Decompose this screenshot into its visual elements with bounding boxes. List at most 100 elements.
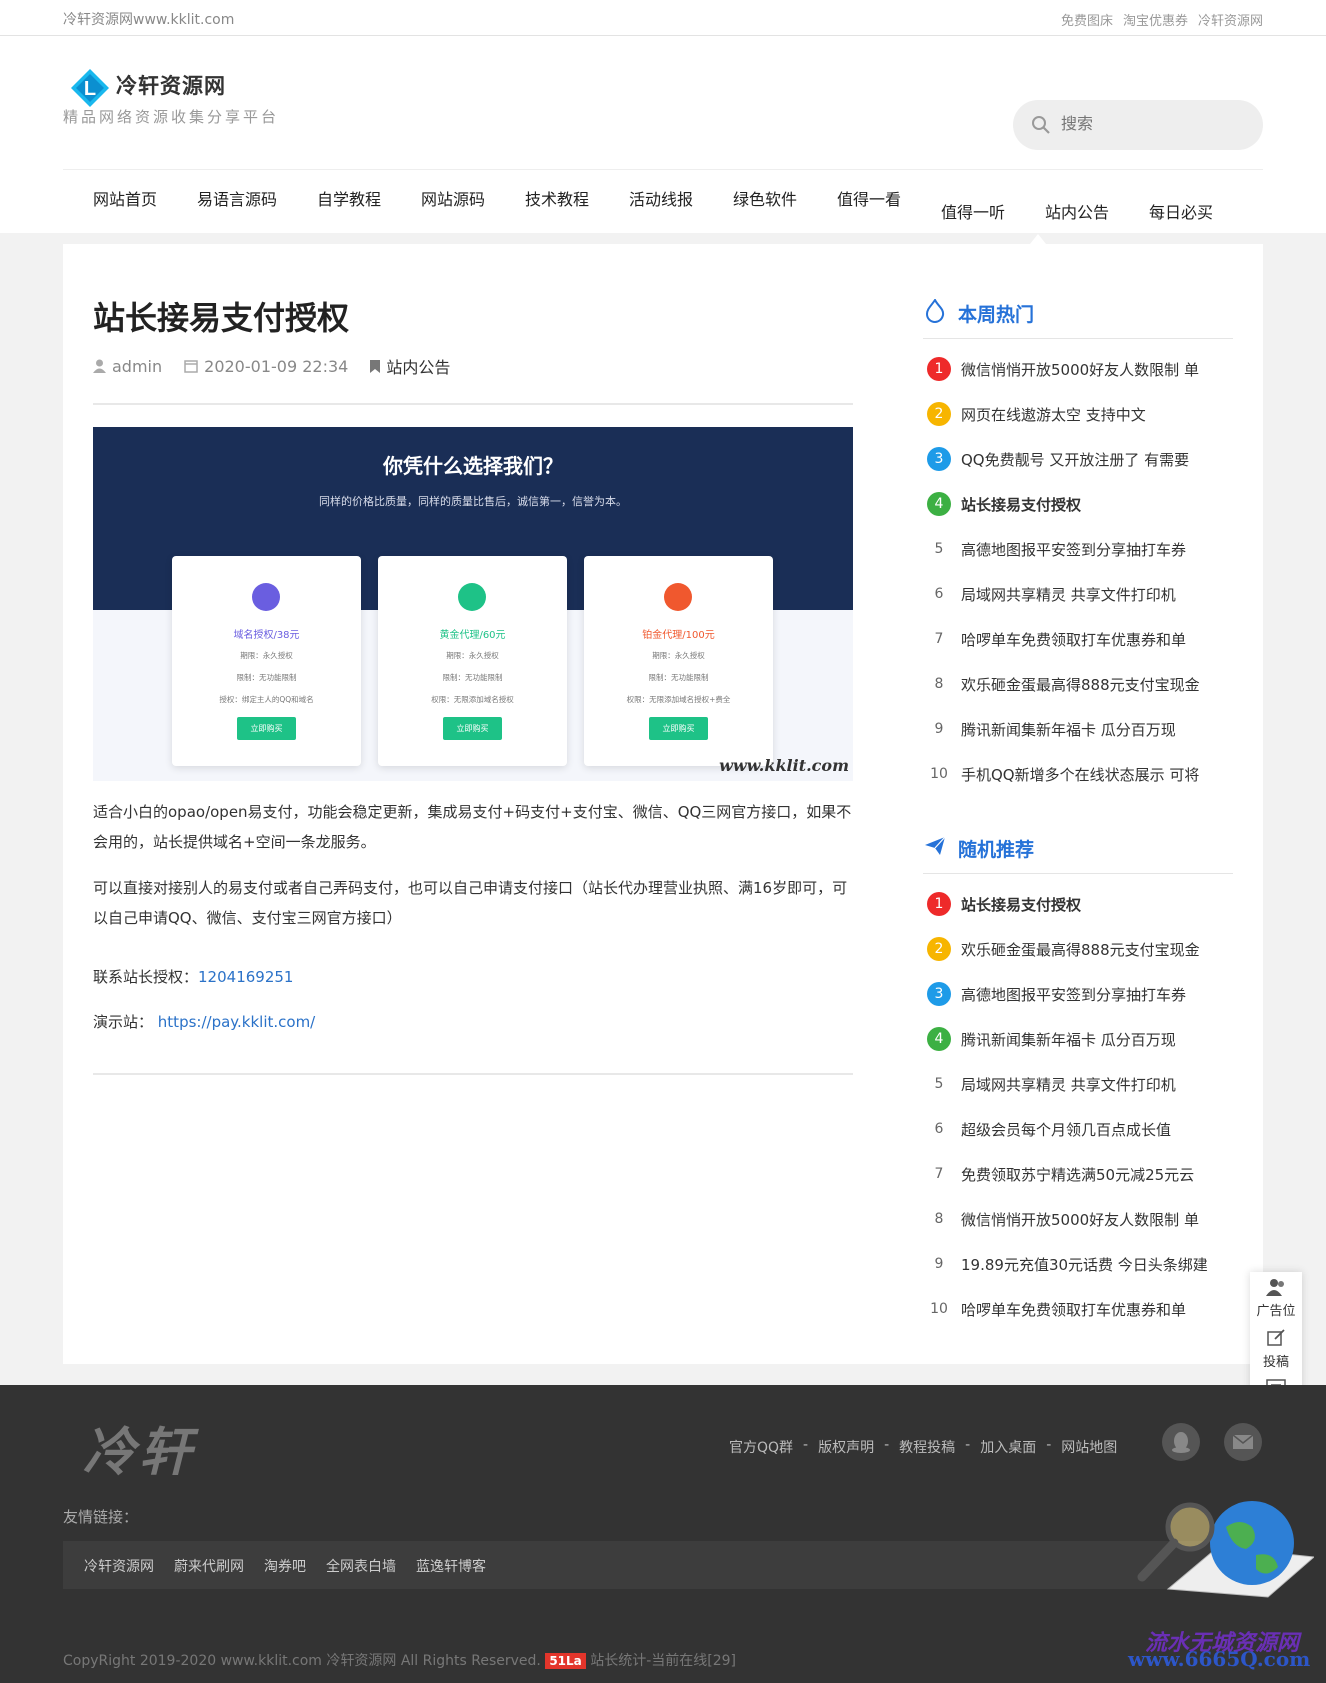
contact-label: 联系站长授权： [93, 968, 199, 986]
footer-sep: - [884, 1437, 890, 1453]
nav-worth-listening[interactable]: 值得一听 [941, 199, 1005, 223]
rank-badge: 5 [934, 1076, 944, 1092]
nav-tech-tutorial[interactable]: 技术教程 [525, 186, 589, 210]
qq-icon[interactable] [1162, 1423, 1200, 1461]
factory-icon [458, 583, 486, 611]
footer-sep: - [1046, 1437, 1052, 1453]
plan-line: 期限：永久授权 [446, 651, 499, 660]
rank-badge: 2 [927, 402, 951, 426]
demo-url-link[interactable]: https://pay.kklit.com/ [158, 1013, 315, 1031]
nav-self-study[interactable]: 自学教程 [317, 186, 381, 210]
friend-link[interactable]: 蓝逸轩博客 [416, 1556, 486, 1576]
submit-post-button[interactable]: 投稿 [1250, 1329, 1302, 1370]
meta-date: 2020-01-09 22:34 [184, 357, 348, 376]
rank-badge: 7 [934, 1166, 944, 1182]
contact-line: 联系站长授权：1204169251 [93, 962, 293, 992]
copyright-line: CopyRight 2019-2020 www.kklit.com 冷轩资源网 … [63, 1650, 736, 1670]
rank-badge: 4 [927, 492, 951, 516]
plan-line: 权限：无限添加域名授权+费全 [626, 695, 731, 704]
list-item[interactable]: 5 高德地图报平安签到分享抽打车券 [927, 537, 1186, 561]
top-link-site[interactable]: 冷轩资源网 [1198, 10, 1263, 29]
footer-logo: 冷轩 [83, 1422, 196, 1483]
list-item[interactable]: 7 哈啰单车免费领取打车优惠券和单 [927, 627, 1186, 651]
list-item-title: 腾讯新闻集新年福卡 瓜分百万现 [961, 720, 1176, 739]
friend-link[interactable]: 蔚来代刷网 [174, 1556, 244, 1576]
nav-green-software[interactable]: 绿色软件 [733, 186, 797, 210]
list-item[interactable]: 9 腾讯新闻集新年福卡 瓜分百万现 [927, 717, 1176, 741]
nav-announcement[interactable]: 站内公告 [1045, 199, 1109, 223]
list-item-title: 欢乐砸金蛋最高得888元支付宝现金 [961, 940, 1200, 959]
buy-button: 立即购买 [237, 717, 296, 740]
logo-icon[interactable]: L [70, 68, 110, 108]
list-item[interactable]: 8 微信悄悄开放5000好友人数限制 单 [927, 1207, 1199, 1231]
top-link-image-host[interactable]: 免费图床 [1061, 10, 1113, 29]
rank-badge: 3 [927, 982, 951, 1006]
footer-link-qq-group[interactable]: 官方QQ群 [729, 1437, 793, 1457]
submit-post-label: 投稿 [1262, 1355, 1289, 1370]
top-link-taobao-coupon[interactable]: 淘宝优惠券 [1123, 10, 1188, 29]
nav-daily-buy[interactable]: 每日必买 [1149, 199, 1213, 223]
footer-sep: - [965, 1437, 971, 1453]
list-item[interactable]: 8 欢乐砸金蛋最高得888元支付宝现金 [927, 672, 1200, 696]
contact-qq-link[interactable]: 1204169251 [198, 968, 293, 986]
plan-line: 限制：无功能限制 [648, 673, 709, 682]
list-item[interactable]: 9 19.89元充值30元话费 今日头条绑建 [927, 1252, 1208, 1276]
friend-link[interactable]: 冷轩资源网 [84, 1556, 154, 1576]
nav-site-source[interactable]: 网站源码 [421, 186, 485, 210]
list-item-title: QQ免费靓号 又开放注册了 有需要 [961, 450, 1190, 469]
list-item-title: 高德地图报平安签到分享抽打车券 [961, 985, 1187, 1004]
list-item[interactable]: 4 站长接易支付授权 [927, 492, 1081, 516]
list-item-title: 局域网共享精灵 共享文件打印机 [961, 585, 1176, 604]
edit-icon [1267, 1329, 1285, 1346]
svg-text:L: L [84, 78, 96, 100]
rank-badge: 6 [934, 586, 944, 602]
logo-subtitle: 精品网络资源收集分享平台 [63, 108, 280, 126]
search-icon [1032, 116, 1050, 134]
list-item[interactable]: 2 欢乐砸金蛋最高得888元支付宝现金 [927, 937, 1200, 961]
footer-link-sitemap[interactable]: 网站地图 [1061, 1437, 1117, 1457]
users-icon [1266, 1279, 1284, 1296]
list-item[interactable]: 6 超级会员每个月领几百点成长值 [927, 1117, 1171, 1141]
buy-button: 立即购买 [443, 717, 502, 740]
diamond-icon [664, 583, 692, 611]
category-link[interactable]: 站内公告 [386, 354, 450, 378]
search-box[interactable] [1013, 100, 1263, 150]
list-item[interactable]: 4 腾讯新闻集新年福卡 瓜分百万现 [927, 1027, 1176, 1051]
top-site-link[interactable]: 冷轩资源网www.kklit.com [63, 9, 234, 29]
author-link[interactable]: admin [112, 357, 162, 376]
footer-link-add-desktop[interactable]: 加入桌面 [980, 1437, 1036, 1457]
meta-category: 站内公告 [370, 354, 450, 378]
search-input[interactable] [1061, 110, 1251, 140]
list-item[interactable]: 3 高德地图报平安签到分享抽打车券 [927, 982, 1186, 1006]
plan-card: 域名授权/38元 期限：永久授权 限制：无功能限制 授权：绑定主人的QQ和域名 … [172, 556, 361, 766]
nav-home[interactable]: 网站首页 [93, 186, 157, 210]
list-item[interactable]: 1 微信悄悄开放5000好友人数限制 单 [927, 357, 1199, 381]
list-item[interactable]: 1 站长接易支付授权 [927, 892, 1081, 916]
footer-link-submit[interactable]: 教程投稿 [899, 1437, 955, 1457]
list-item[interactable]: 5 局域网共享精灵 共享文件打印机 [927, 1072, 1176, 1096]
logo-title[interactable]: 冷轩资源网 [116, 70, 226, 100]
footer-sep: - [803, 1437, 809, 1453]
list-item[interactable]: 6 局域网共享精灵 共享文件打印机 [927, 582, 1176, 606]
list-item[interactable]: 2 网页在线遨游太空 支持中文 [927, 402, 1146, 426]
rank-badge: 6 [934, 1121, 944, 1137]
nav-e-language-source[interactable]: 易语言源码 [197, 186, 277, 210]
friend-link[interactable]: 淘券吧 [264, 1556, 306, 1576]
list-item-title: 超级会员每个月领几百点成长值 [961, 1120, 1172, 1139]
nav-worth-seeing[interactable]: 值得一看 [837, 186, 901, 210]
ad-slot-label: 广告位 [1256, 1304, 1296, 1319]
mail-icon[interactable] [1224, 1423, 1262, 1461]
footer-link-copyright[interactable]: 版权声明 [818, 1437, 874, 1457]
friend-link[interactable]: 全网表白墙 [326, 1556, 396, 1576]
ad-slot-button[interactable]: 广告位 [1250, 1278, 1302, 1319]
list-item[interactable]: 10 手机QQ新增多个在线状态展示 可将 [927, 762, 1199, 786]
nav-activity[interactable]: 活动线报 [629, 186, 693, 210]
stats-badge[interactable]: 51La [545, 1653, 586, 1669]
list-item[interactable]: 3 QQ免费靓号 又开放注册了 有需要 [927, 447, 1189, 471]
stats-link[interactable]: 站长统计-当前在线[29] [590, 1653, 736, 1669]
list-item-title: 哈啰单车免费领取打车优惠券和单 [961, 630, 1187, 649]
globe-magnifier-icon [1137, 1501, 1314, 1598]
list-item[interactable]: 7 免费领取苏宁精选满50元减25元云 [927, 1162, 1195, 1186]
rank-badge: 4 [927, 1027, 951, 1051]
list-item[interactable]: 10 哈啰单车免费领取打车优惠券和单 [927, 1297, 1186, 1321]
